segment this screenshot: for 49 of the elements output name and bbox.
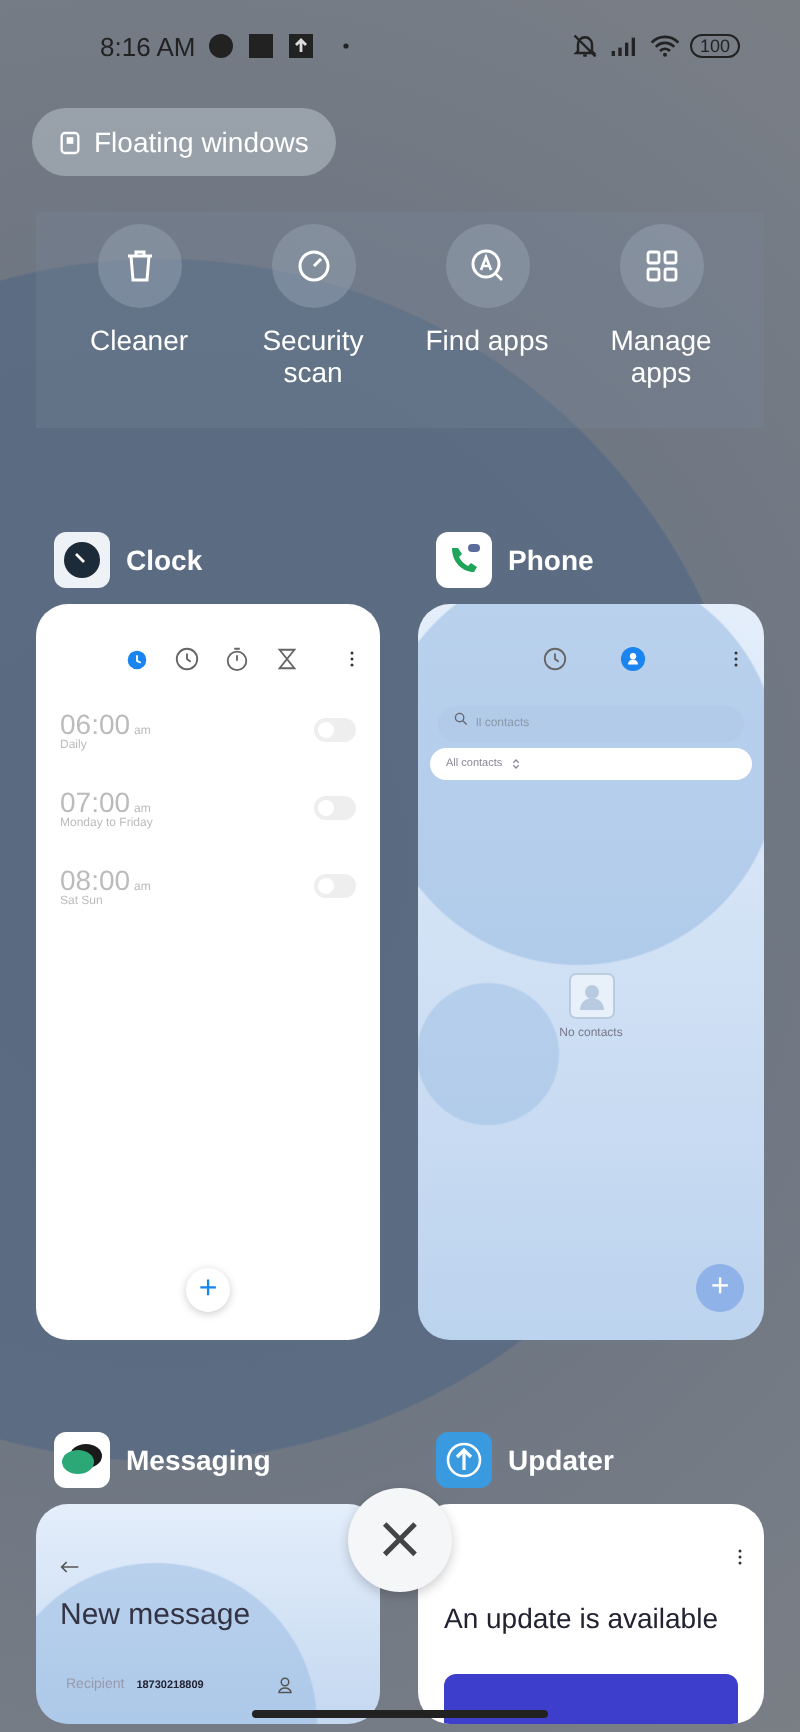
sort-caret-icon (512, 758, 521, 770)
screen-title: New message (60, 1598, 253, 1632)
update-title: An update is available (444, 1602, 720, 1634)
clock-app-icon (54, 532, 110, 588)
gauge-icon (293, 246, 333, 286)
more-icon (736, 1548, 744, 1566)
app-name: Updater (508, 1444, 614, 1476)
app-tab-icon[interactable] (542, 645, 568, 671)
app-tab-icon[interactable] (620, 645, 646, 671)
signal-icon (609, 32, 640, 60)
more-notifications-icon (341, 42, 350, 50)
app-name: Phone (508, 544, 594, 576)
more-icon (348, 649, 356, 667)
updater-app-preview[interactable]: An update is available (418, 1504, 764, 1724)
person-icon (275, 1676, 294, 1694)
app-search-icon (467, 246, 507, 286)
app-notification-icon (205, 32, 236, 60)
app-tab-icon[interactable] (124, 645, 150, 671)
app-tab-icon[interactable] (224, 645, 250, 671)
floating-windows-button[interactable]: Floating windows (32, 108, 337, 176)
alarm-time: 07:00 (60, 786, 131, 818)
back-arrow-icon (60, 1560, 80, 1574)
wifi-icon (649, 32, 680, 60)
grid-icon (641, 246, 681, 286)
app-tab-icon[interactable] (274, 645, 300, 671)
app-notification-icon (245, 32, 276, 60)
battery-level: 100 (689, 34, 740, 58)
shortcut-button[interactable]: Cleaner (52, 212, 226, 428)
close-all-button[interactable]: × (348, 1488, 452, 1592)
shortcut-button[interactable]: Security scan (226, 212, 400, 428)
chat-app-icon (54, 1432, 110, 1488)
contact-card-icon (567, 972, 615, 1020)
upload-notification-icon (285, 32, 316, 60)
add-contact-button[interactable]: + (696, 1264, 744, 1312)
window-icon (60, 129, 80, 155)
shortcut-button[interactable]: Find apps (400, 212, 574, 428)
muted-bell-icon (569, 32, 600, 60)
upload-app-icon (436, 1432, 492, 1488)
search-icon (454, 711, 468, 725)
alarm-time: 08:00 (60, 864, 131, 896)
app-name: Clock (126, 544, 203, 576)
phone-app-icon (436, 532, 492, 588)
add-alarm-button[interactable]: + (186, 1268, 230, 1312)
alarm-time: 06:00 (60, 708, 131, 740)
shortcut-button[interactable]: Manage apps (574, 212, 748, 428)
status-time: 8:16 AM (100, 31, 196, 61)
app-name: Messaging (126, 1444, 271, 1476)
app-tab-icon[interactable] (174, 645, 200, 671)
more-icon (732, 649, 740, 667)
